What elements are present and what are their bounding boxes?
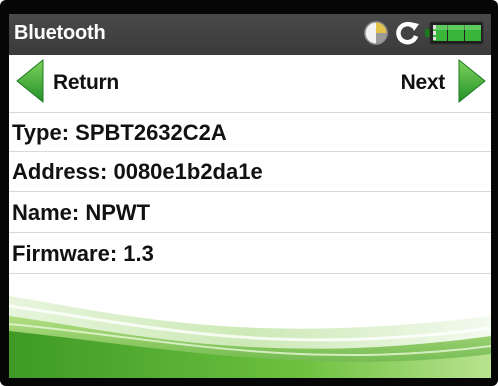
next-button[interactable]: Next [400,58,487,108]
address-text: Address: 0080e1b2da1e [12,159,263,184]
firmware-row: Firmware: 1.3 [9,234,491,274]
navigation-row: Return Next [9,56,491,111]
bluetooth-screen: Bluetooth Return Next Type: SPBT2632C2A … [9,14,491,378]
address-row: Address: 0080e1b2da1e [9,152,491,192]
device-bezel: Bluetooth Return Next Type: SPBT2632C2A … [0,0,498,386]
name-text: Name: NPWT [12,200,151,225]
status-icons [363,19,485,51]
name-row: Name: NPWT [9,193,491,233]
firmware-text: Firmware: 1.3 [12,241,154,266]
green-wave-decoration [9,276,491,378]
next-label: Next [400,71,446,94]
arrow-left-icon [15,58,45,108]
type-text: Type: SPBT2632C2A [12,120,227,145]
type-row: Type: SPBT2632C2A [9,112,491,152]
battery-icon [425,19,485,52]
return-button[interactable]: Return [15,58,119,108]
refresh-icon[interactable] [393,19,421,52]
pie-timer-icon [363,20,389,51]
return-label: Return [53,71,119,94]
title-bar: Bluetooth [9,14,491,55]
page-title: Bluetooth [14,22,106,44]
arrow-right-icon [457,58,487,108]
